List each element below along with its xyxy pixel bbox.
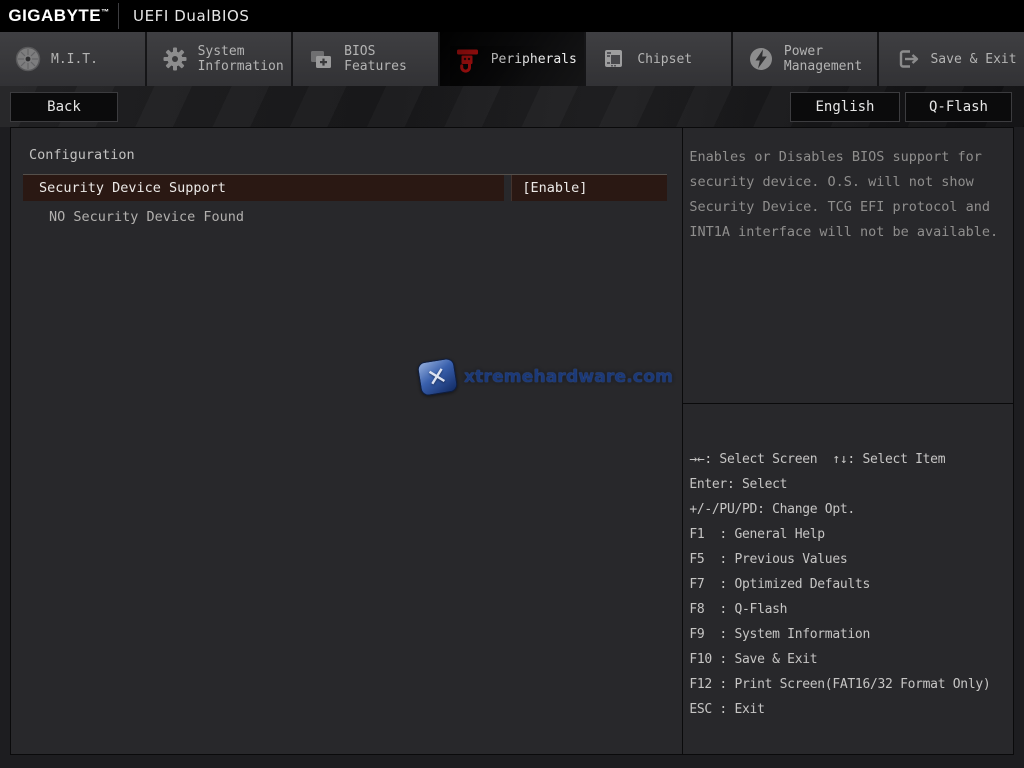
section-title: Configuration (29, 145, 682, 165)
legend-line: ESC : Exit (689, 697, 1011, 722)
trademark-mark: ™ (101, 7, 110, 16)
tab-bios-features[interactable]: BIOS Features (293, 32, 438, 86)
tab-bar: M.I.T. System Information BIOS Features … (0, 32, 1024, 86)
legend-line: F9 : System Information (689, 622, 1011, 647)
settings-panel: Configuration Security Device Support [E… (11, 128, 682, 754)
peripheral-icon (453, 44, 483, 74)
gigabyte-logo: GIGABYTE™ (0, 6, 118, 26)
legend-line: F12 : Print Screen(FAT16/32 Format Only) (689, 672, 1011, 697)
tab-mit[interactable]: M.I.T. (0, 32, 145, 86)
setting-row-security-device-support[interactable]: Security Device Support [Enable] (23, 174, 667, 201)
tab-label: Chipset (637, 52, 692, 67)
tab-label: M.I.T. (51, 52, 98, 67)
tab-label: Power Management (784, 44, 862, 74)
gear-icon (160, 44, 190, 74)
legend-line: F8 : Q-Flash (689, 597, 1011, 622)
tab-label: Peripherals (491, 52, 577, 67)
tab-label: BIOS Features (344, 44, 407, 74)
dial-icon (13, 44, 43, 74)
tab-save-exit[interactable]: Save & Exit (879, 32, 1024, 86)
content-area: Configuration Security Device Support [E… (10, 127, 1014, 755)
setting-label: Security Device Support (23, 175, 504, 201)
cell-gap (504, 175, 511, 201)
language-button[interactable]: English (790, 92, 900, 122)
exit-door-icon (892, 44, 922, 74)
setting-value[interactable]: [Enable] (511, 175, 667, 201)
legend-line: F5 : Previous Values (689, 547, 1011, 572)
help-line: Security Device. TCG EFI protocol and (689, 195, 1009, 220)
qflash-button[interactable]: Q-Flash (905, 92, 1012, 122)
key-legend: →←: Select Screen ↑↓: Select Item Enter:… (683, 404, 1013, 722)
legend-line: +/-/PU/PD: Change Opt. (689, 497, 1011, 522)
watermark-text: xtremehardware.com (464, 367, 673, 387)
uefi-title: UEFI DualBIOS (133, 7, 250, 25)
topbar-divider (118, 3, 119, 29)
lightning-icon (746, 44, 776, 74)
watermark-x-icon: ✕ (417, 357, 459, 396)
bottom-strip (0, 755, 1024, 768)
tab-label: System Information (198, 44, 284, 74)
sub-toolbar: Back English Q-Flash (0, 86, 1024, 127)
bios-screen: GIGABYTE™ UEFI DualBIOS M.I.T. System In… (0, 0, 1024, 768)
watermark: ✕ xtremehardware.com (419, 360, 673, 394)
legend-line: Enter: Select (689, 472, 1011, 497)
device-status-note: NO Security Device Found (49, 207, 682, 227)
help-line: security device. O.S. will not show (689, 170, 1009, 195)
back-button[interactable]: Back (10, 92, 118, 122)
legend-line: F1 : General Help (689, 522, 1011, 547)
tab-system-information[interactable]: System Information (147, 32, 292, 86)
legend-line: F10 : Save & Exit (689, 647, 1011, 672)
legend-line: F7 : Optimized Defaults (689, 572, 1011, 597)
chip-icon (599, 44, 629, 74)
help-line: INT1A interface will not be available. (689, 220, 1009, 245)
legend-line: →←: Select Screen ↑↓: Select Item (689, 447, 1011, 472)
tab-peripherals[interactable]: Peripherals (440, 32, 585, 86)
tab-label: Save & Exit (930, 52, 1016, 67)
item-help-text: Enables or Disables BIOS support for sec… (683, 128, 1013, 404)
tab-chipset[interactable]: Chipset (586, 32, 731, 86)
help-panel: Enables or Disables BIOS support for sec… (682, 128, 1013, 754)
help-line: Enables or Disables BIOS support for (689, 145, 1009, 170)
tab-power-management[interactable]: Power Management (733, 32, 878, 86)
top-bar: GIGABYTE™ UEFI DualBIOS (0, 0, 1024, 32)
folder-plus-icon (306, 44, 336, 74)
